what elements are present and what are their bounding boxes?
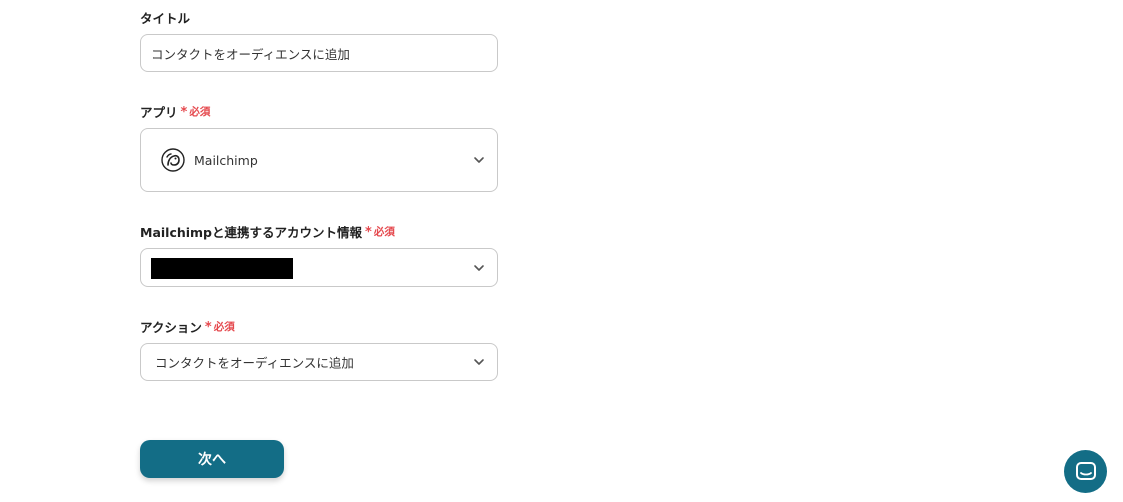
action-select[interactable]: コンタクトをオーディエンスに追加: [140, 343, 498, 381]
action-select-value: コンタクトをオーディエンスに追加: [155, 355, 354, 371]
account-select[interactable]: [140, 248, 498, 287]
required-badge: * 必須: [180, 105, 211, 120]
app-name: Mailchimp: [194, 152, 258, 168]
title-field-label: タイトル: [140, 8, 190, 27]
required-badge: * 必須: [365, 225, 395, 240]
required-star-icon: *: [180, 105, 188, 120]
title-label-text: タイトル: [140, 11, 191, 26]
mailchimp-logo-icon: [161, 148, 185, 172]
next-button[interactable]: 次へ: [140, 440, 284, 478]
app-label-text: アプリ: [140, 105, 178, 120]
title-input[interactable]: [141, 35, 497, 71]
required-star-icon: *: [204, 320, 212, 335]
action-field-label: アクション * 必須: [140, 317, 235, 336]
chat-widget-button[interactable]: [1064, 450, 1107, 493]
required-badge: * 必須: [204, 320, 235, 335]
account-label-text: Mailchimpと連携するアカウント情報: [140, 225, 363, 240]
chevron-down-icon: [474, 157, 484, 163]
app-select-value: Mailchimp: [161, 148, 258, 172]
app-select[interactable]: Mailchimp: [140, 128, 498, 192]
chevron-down-icon: [474, 359, 484, 365]
redacted-account-value: [151, 258, 293, 279]
app-field-label: アプリ * 必須: [140, 102, 210, 121]
chat-icon: [1075, 461, 1096, 480]
chevron-down-icon: [474, 264, 484, 271]
account-field-label: Mailchimpと連携するアカウント情報 * 必須: [140, 222, 395, 241]
title-field[interactable]: [140, 34, 498, 72]
action-label-text: アクション: [140, 320, 202, 335]
required-star-icon: *: [365, 225, 372, 240]
